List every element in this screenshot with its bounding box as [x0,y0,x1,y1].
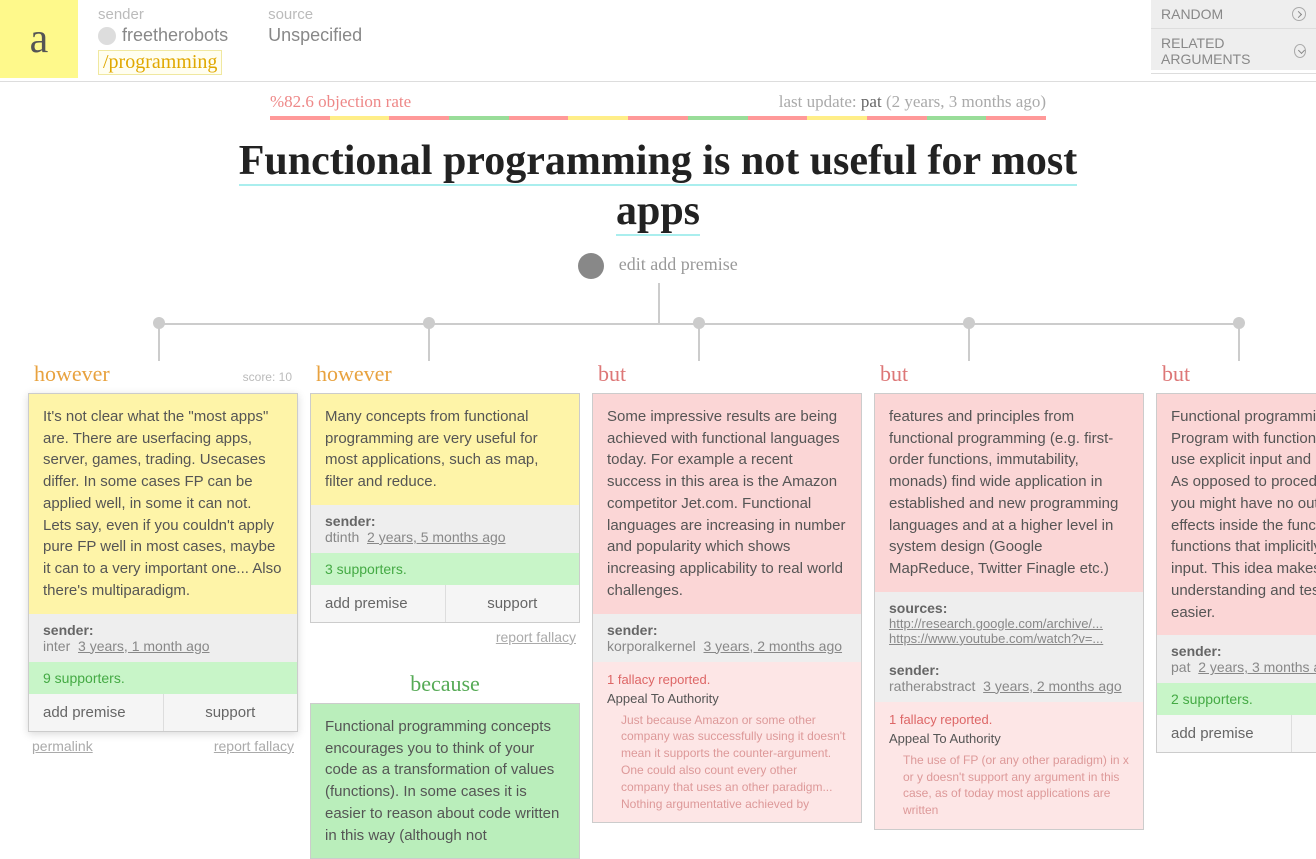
last-update: last update: pat (2 years, 3 months ago) [779,92,1046,112]
premise-text: It's not clear what the "most apps" are.… [29,394,297,614]
premise-text: Functional programming concepts encourag… [311,704,579,859]
root-actions: edit add premise [0,253,1316,279]
premise-text: features and principles from functional … [875,394,1143,592]
root-node-icon[interactable] [578,253,604,279]
logo[interactable]: a [0,0,78,78]
sender-block: sender:dtinth 2 years, 5 months ago [311,505,579,553]
main-title: Functional programming is not useful for… [0,120,1316,245]
premise-text: Many concepts from functional programmin… [311,394,579,505]
sender-label: sender [98,6,228,23]
timestamp-link[interactable]: 3 years, 1 month ago [78,638,210,654]
source-link[interactable]: https://www.youtube.com/watch?v=... [889,631,1129,646]
support-button[interactable]: support [446,585,580,622]
sender-block: sender:ratherabstract 3 years, 2 months … [875,654,1143,702]
support-button[interactable]: support [164,694,298,731]
side-random[interactable]: RANDOM [1151,0,1316,29]
premise-column: however Many concepts from functional pro… [310,361,580,859]
permalink-link[interactable]: permalink [32,738,93,754]
premise-card[interactable]: features and principles from functional … [874,393,1144,830]
premise-column: but features and principles from function… [874,361,1144,830]
side-related[interactable]: RELATED ARGUMENTS [1151,29,1316,74]
card-actions: add premisesupport [311,585,579,622]
sender-block: sender:korporalkernel 3 years, 2 months … [593,614,861,662]
card-actions: add premisesupport [29,694,297,731]
relation-label: because [410,671,480,697]
supporters: 2 supporters. [1157,683,1316,715]
card-actions: add premisesupport [1157,715,1316,752]
source-col: source Unspecified [268,0,362,46]
fallacy-box: 1 fallacy reported.Appeal To AuthorityJu… [593,662,861,823]
sender-block: sender:inter 3 years, 1 month ago [29,614,297,662]
edit-link[interactable]: edit [619,254,646,274]
add-premise-button[interactable]: add premise [311,585,446,622]
premise-card[interactable]: Functional programming means: Program wi… [1156,393,1316,754]
add-premise-button[interactable]: add premise [1157,715,1292,752]
add-premise-button[interactable]: add premise [29,694,164,731]
relation-label: but [1162,361,1190,387]
premise-text: Some impressive results are being achiev… [593,394,861,614]
timestamp-link[interactable]: 3 years, 2 months ago [983,678,1122,694]
chevron-down-icon [1294,44,1306,58]
supporters: 9 supporters. [29,662,297,694]
add-premise-link[interactable]: add premise [650,254,737,274]
chevron-right-icon [1292,7,1306,21]
premise-text: Functional programming means: Program wi… [1157,394,1316,636]
timestamp-link[interactable]: 3 years, 2 months ago [704,638,843,654]
objection-rate: %82.6 objection rate [270,92,411,112]
connectors [0,291,1316,361]
sender-value[interactable]: freetherobots [98,25,228,46]
header: a sender freetherobots /programming sour… [0,0,1316,82]
fallacy-box: 1 fallacy reported.Appeal To AuthorityTh… [875,702,1143,829]
relation-label: however [316,361,392,387]
source-label: source [268,6,362,23]
premise-card[interactable]: It's not clear what the "most apps" are.… [28,393,298,732]
stats-bar: %82.6 objection rate last update: pat (2… [0,82,1316,116]
premise-column: but Some impressive results are being ach… [592,361,862,824]
relation-label: but [598,361,626,387]
timestamp-link[interactable]: 2 years, 5 months ago [367,529,506,545]
support-button[interactable]: support [1292,715,1316,752]
premise-card[interactable]: Some impressive results are being achiev… [592,393,862,824]
supporters: 3 supporters. [311,553,579,585]
source-value: Unspecified [268,25,362,46]
relation-label: however [34,361,110,387]
topic-tag[interactable]: /programming [98,50,222,75]
report-fallacy-link[interactable]: report fallacy [496,629,576,645]
premise-row: however score: 10 It's not clear what the … [0,361,1316,859]
relation-label: but [880,361,908,387]
source-link[interactable]: http://research.google.com/archive/... [889,616,1129,631]
avatar-icon [98,27,116,45]
sender-col: sender freetherobots /programming [98,0,228,75]
premise-card[interactable]: Many concepts from functional programmin… [310,393,580,623]
color-strip [270,116,1046,120]
sender-block: sender:pat 2 years, 3 months ago [1157,635,1316,683]
premise-column: however score: 10 It's not clear what the … [28,361,298,760]
premise-column: but Functional programming means: Program… [1156,361,1316,782]
score: score: 10 [243,370,292,384]
premise-card[interactable]: Functional programming concepts encourag… [310,703,580,859]
side-panel: RANDOM RELATED ARGUMENTS [1151,0,1316,70]
sources-block: sources:http://research.google.com/archi… [875,592,1143,654]
report-fallacy-link[interactable]: report fallacy [214,738,294,754]
timestamp-link[interactable]: 2 years, 3 months ago [1198,659,1316,675]
